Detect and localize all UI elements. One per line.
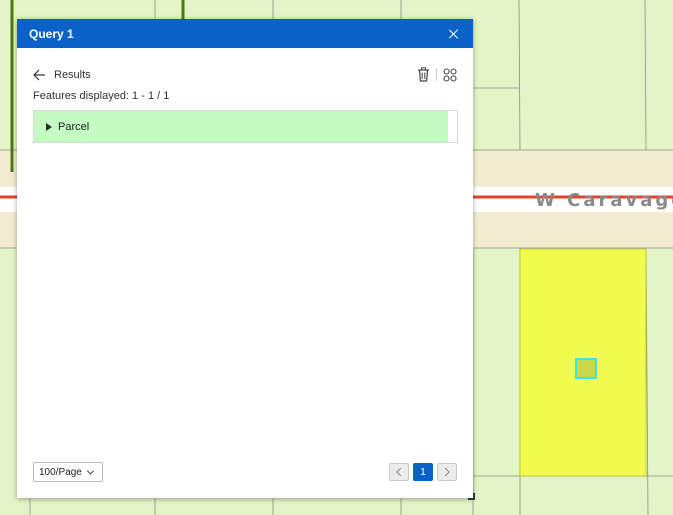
results-label: Results <box>54 69 91 81</box>
results-toolbar: Results <box>33 67 457 85</box>
resize-handle[interactable] <box>468 493 475 500</box>
pagination: 1 <box>389 463 457 481</box>
street-label: W Caravaggi <box>535 190 673 211</box>
chevron-left-icon <box>396 467 405 477</box>
prev-page-button[interactable] <box>389 463 409 481</box>
chevron-right-icon <box>441 467 450 477</box>
next-page-button[interactable] <box>437 463 457 481</box>
triangle-right-icon <box>46 122 52 131</box>
page-size-select[interactable]: 100/Page <box>33 462 103 482</box>
panel-header: Query 1 <box>17 19 473 48</box>
toolbar-divider <box>436 68 437 81</box>
page-1-button[interactable]: 1 <box>413 463 433 481</box>
query-panel: Query 1 Results Features displayed: 1 - … <box>17 19 475 500</box>
grid-icon[interactable] <box>443 67 457 82</box>
results-actions <box>417 67 457 82</box>
list-item[interactable]: Parcel <box>34 111 448 142</box>
back-button[interactable]: Results <box>33 69 457 81</box>
result-list: Parcel <box>33 110 458 143</box>
trash-icon[interactable] <box>417 67 430 82</box>
arrow-left-icon <box>33 69 45 81</box>
page-size-value: 100/Page <box>39 466 82 478</box>
panel-title: Query 1 <box>29 26 74 41</box>
chevron-down-icon <box>86 467 94 475</box>
close-icon[interactable] <box>447 27 461 41</box>
features-count: Features displayed: 1 - 1 / 1 <box>33 90 170 102</box>
result-item-label: Parcel <box>58 120 90 133</box>
